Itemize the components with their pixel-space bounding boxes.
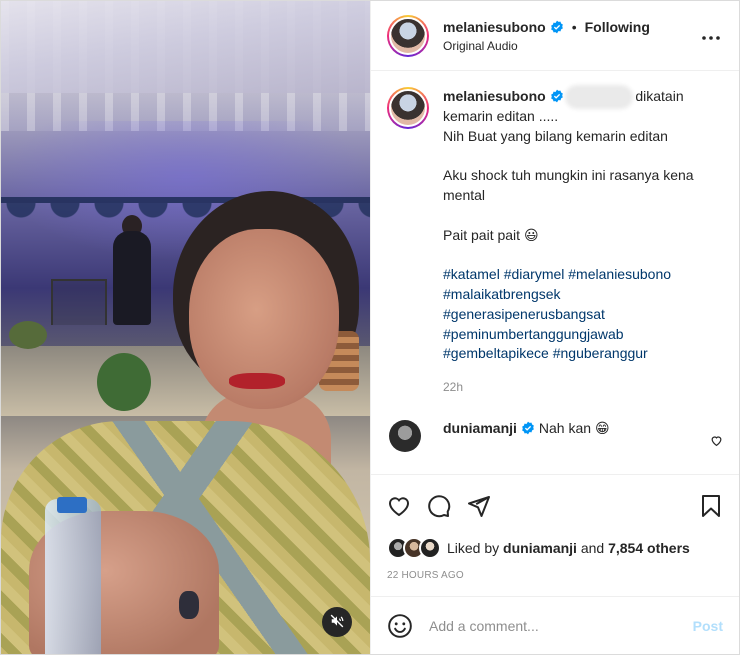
commenter-username[interactable]: duniamanji [443, 420, 517, 436]
hashtag-line-3[interactable]: #generasipenerusbangsat [443, 305, 723, 325]
comment-text: Nah kan 😁 [538, 419, 610, 436]
post-header: melaniesubono • Following Original Audio [371, 1, 739, 71]
hashtag-line-5[interactable]: #gembeltapikece #nguberanggur [443, 344, 723, 364]
blurred-mention [569, 89, 630, 106]
caption: melaniesubono dikatain kemarin editan ..… [387, 87, 723, 398]
caption-line-6: Pait pait pait 😃 [443, 226, 539, 243]
hashtag-line-2[interactable]: #malaikatbrengsek [443, 285, 723, 305]
water-bottle [45, 499, 101, 654]
caption-line-2: kemarin editan ..... [443, 107, 559, 124]
caption-username[interactable]: melaniesubono [443, 88, 546, 104]
comment-item: duniamanji Nah kan 😁 [387, 419, 723, 452]
hashtag-line-4[interactable]: #peminumbertanggungjawab [443, 325, 723, 345]
save-bookmark-icon[interactable] [699, 494, 723, 518]
caption-line-3: Nih Buat yang bilang kemarin editan [443, 127, 668, 144]
commenter-avatar[interactable] [389, 419, 421, 452]
avatar-image [389, 16, 427, 55]
background-person [113, 231, 151, 325]
comment-input[interactable] [429, 617, 693, 634]
author-username[interactable]: melaniesubono [443, 19, 546, 35]
likes-row: Liked by duniamanji and 7,854 others [371, 536, 739, 560]
author-info: melaniesubono • Following Original Audio [443, 19, 697, 53]
likes-user[interactable]: duniamanji [503, 540, 577, 556]
mute-button[interactable] [322, 607, 352, 637]
audio-muted-icon [330, 614, 344, 631]
likes-prefix: Liked by [447, 540, 500, 556]
woman-lips [229, 373, 285, 389]
caption-avatar[interactable] [387, 87, 429, 129]
stage-podium [51, 279, 107, 325]
avatar-image [389, 89, 427, 127]
post-video[interactable] [1, 1, 370, 654]
water-bottle-cap [57, 497, 87, 513]
verified-badge-icon [550, 89, 564, 103]
following-button[interactable]: Following [585, 19, 650, 35]
caption-time[interactable]: 22h [443, 378, 723, 398]
likes-count[interactable]: 7,854 others [608, 540, 690, 556]
verified-badge-icon [521, 421, 535, 435]
post-timestamp[interactable]: 22 HOURS AGO [371, 560, 739, 596]
author-line: melaniesubono • Following [443, 19, 697, 35]
caption-text: melaniesubono dikatain kemarin editan ..… [443, 87, 723, 398]
instagram-post-modal: melaniesubono • Following Original Audio [0, 0, 740, 655]
liker-avatar [419, 537, 441, 559]
liker-avatars[interactable] [387, 537, 441, 559]
tent-roof [1, 1, 370, 93]
post-details-panel: melaniesubono • Following Original Audio [370, 1, 739, 654]
comment-like-heart-icon[interactable] [710, 434, 723, 450]
caption-line-1: dikatain [635, 88, 684, 104]
verified-badge-icon [550, 20, 564, 34]
share-paper-plane-icon[interactable] [467, 494, 491, 518]
separator-dot: • [571, 18, 577, 35]
author-avatar[interactable] [387, 14, 429, 57]
comment-bubble-icon[interactable] [427, 494, 451, 518]
caption-line-5: mental [443, 186, 486, 203]
add-comment-bar: Post [371, 596, 739, 654]
comments-section: melaniesubono dikatain kemarin editan ..… [371, 71, 739, 474]
post-comment-button[interactable]: Post [693, 618, 723, 634]
like-heart-icon[interactable] [387, 494, 411, 518]
plant [97, 353, 151, 411]
more-icon [701, 28, 721, 44]
hashtag-line-1[interactable]: #katamel #diarymel #melaniesubono [443, 265, 723, 285]
caption-line-4: Aku shock tuh mungkin ini rasanya kena [443, 167, 694, 184]
plant [9, 321, 47, 349]
likes-middle: and [580, 540, 605, 556]
audio-label[interactable]: Original Audio [443, 39, 697, 53]
emoji-smiley-icon[interactable] [387, 613, 413, 639]
ring [179, 591, 199, 619]
action-bar [371, 474, 739, 536]
more-options-button[interactable] [697, 22, 725, 50]
likes-text: Liked by duniamanji and 7,854 others [447, 540, 690, 556]
comment-body: duniamanji Nah kan 😁 [443, 420, 710, 437]
